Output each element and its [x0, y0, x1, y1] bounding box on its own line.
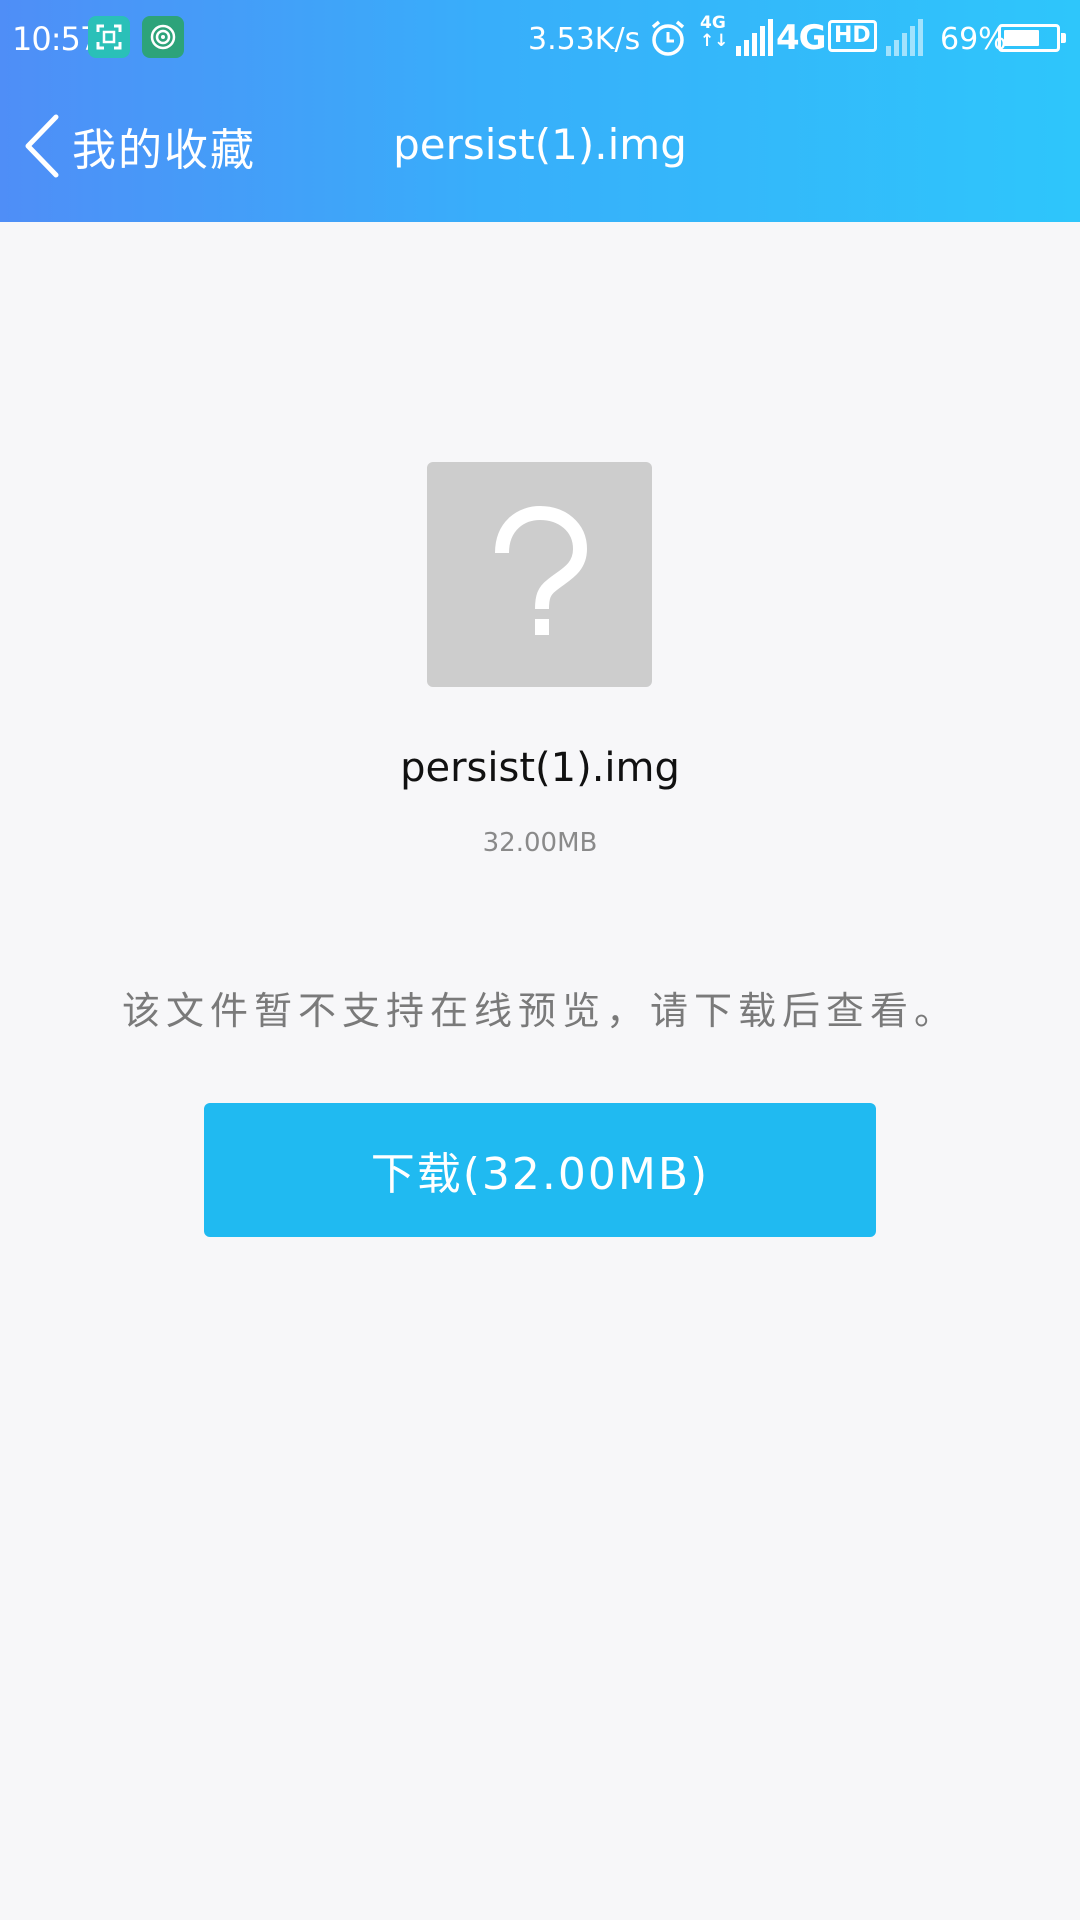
network-type: 4G — [776, 18, 827, 58]
battery-icon — [998, 24, 1066, 52]
question-mark-icon — [494, 505, 587, 635]
hotspot-icon — [142, 16, 184, 58]
file-size: 32.00MB — [482, 828, 598, 858]
header: 10:57 3.53K/s 4G ↑↓ 4G HD 69% 我的收藏 persi… — [0, 0, 1080, 222]
battery-fill — [1004, 30, 1039, 46]
download-button[interactable]: 下载(32.00MB) — [204, 1103, 876, 1237]
signal-icon — [736, 19, 773, 56]
signal-icon — [886, 19, 923, 56]
status-bar: 10:57 3.53K/s 4G ↑↓ 4G HD 69% — [0, 0, 1080, 80]
alarm-icon — [651, 20, 685, 56]
network-type-small: 4G ↑↓ — [700, 13, 729, 51]
battery-percent: 69% — [940, 22, 1007, 57]
hd-badge: HD — [828, 20, 877, 52]
status-time: 10:57 — [12, 20, 100, 58]
file-name: persist(1).img — [400, 745, 680, 791]
page-title: persist(1).img — [393, 120, 687, 169]
screenshot-scan-icon — [88, 16, 130, 58]
preview-unsupported-notice: 该文件暂不支持在线预览，请下载后查看。 — [121, 989, 958, 1033]
unknown-file-icon — [427, 462, 652, 687]
battery-cap — [1061, 33, 1066, 43]
network-speed: 3.53K/s — [528, 22, 641, 57]
